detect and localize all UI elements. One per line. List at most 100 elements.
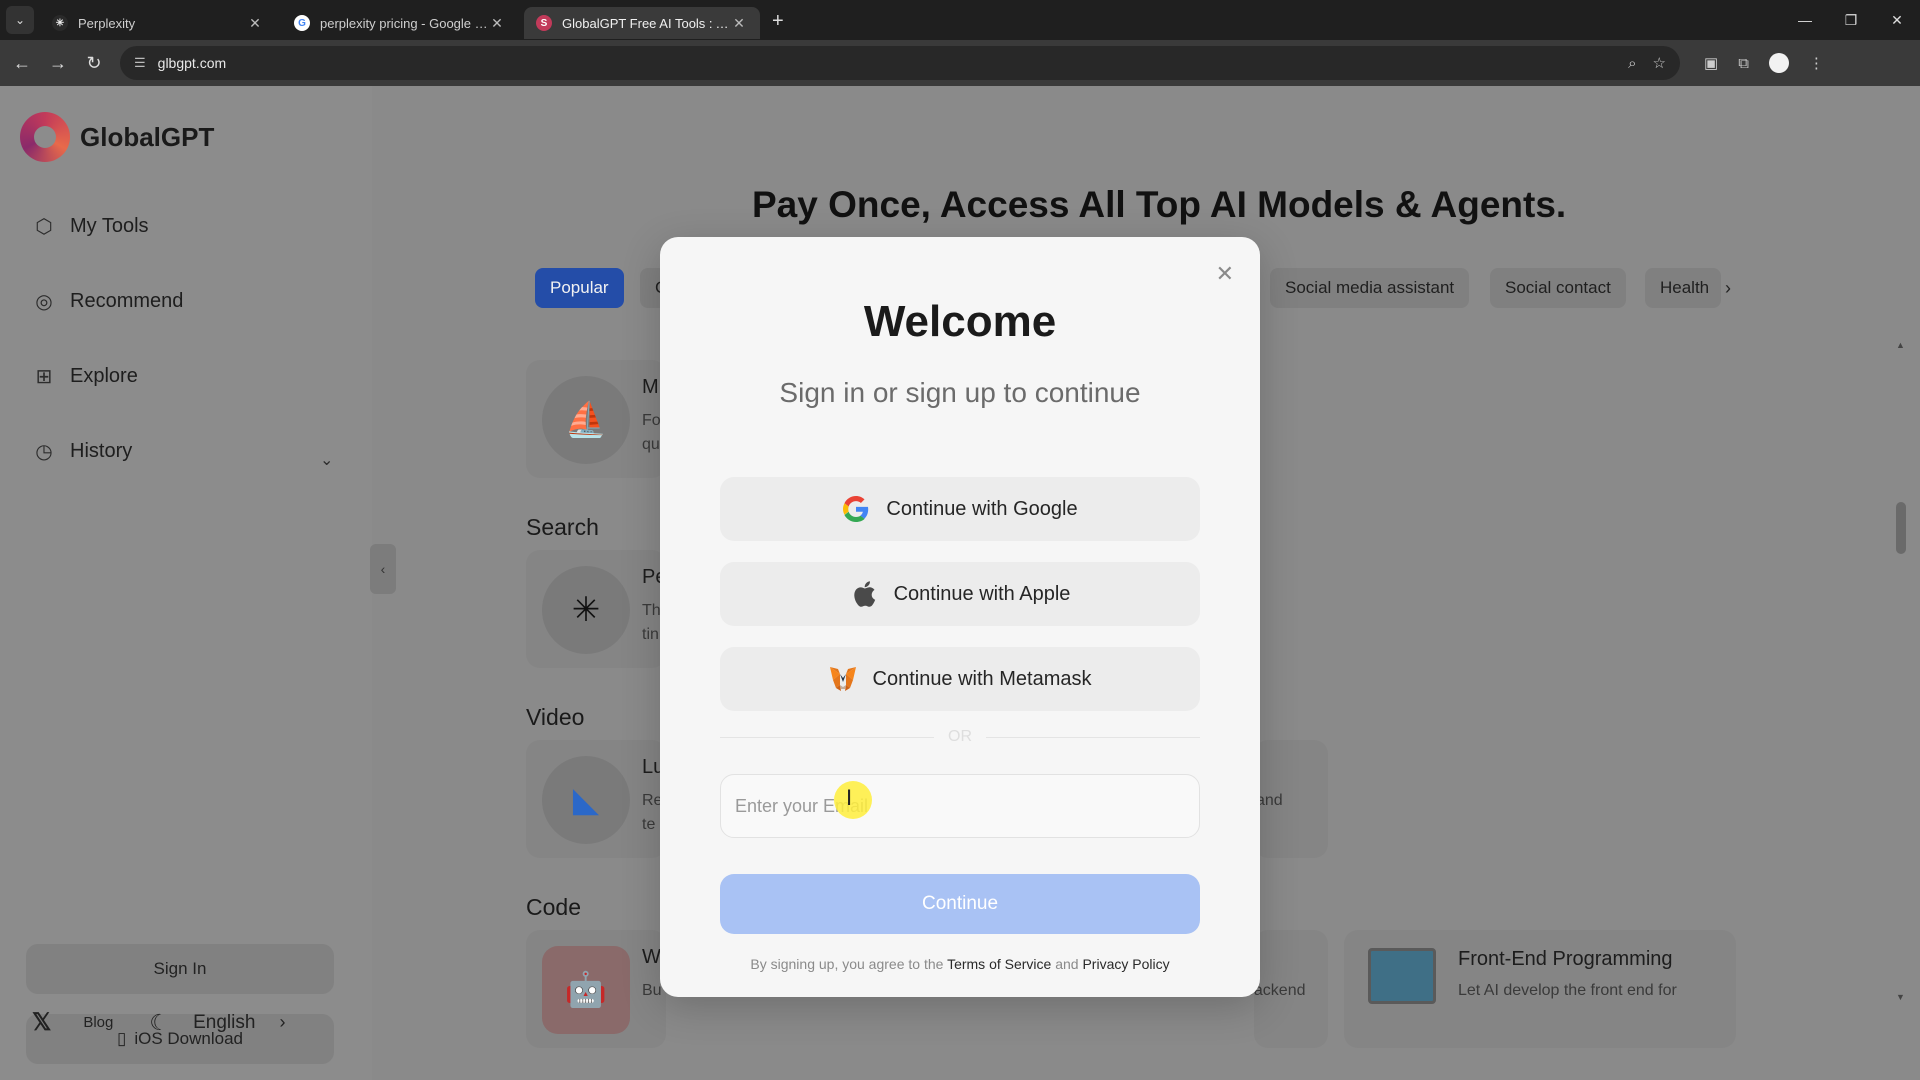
close-icon[interactable]: ✕	[1216, 263, 1234, 285]
reload-icon[interactable]: ↻	[76, 45, 112, 81]
brand-name: GlobalGPT	[80, 121, 215, 152]
dark-mode-moon-icon[interactable]: ☾	[149, 1010, 169, 1036]
page-scrollbar-thumb[interactable]	[1896, 502, 1906, 554]
sidebar-item-history[interactable]: ◷ History	[32, 439, 132, 463]
section-heading-video: Video	[526, 704, 585, 730]
grid-icon: ⊞	[35, 365, 53, 388]
tab-title: GlobalGPT Free AI Tools : All-in	[562, 15, 730, 31]
translate-extension-icon[interactable]: ▣	[1704, 54, 1718, 72]
site-info-icon[interactable]: ☰	[134, 55, 146, 71]
browser-tab-bar: ⌄ ✳ Perplexity ✕ G perplexity pricing - …	[0, 0, 1920, 40]
or-separator: OR	[720, 727, 1200, 747]
globalgpt-logo-icon	[20, 112, 70, 162]
clock-icon: ◷	[35, 440, 53, 463]
new-tab-icon[interactable]: +	[772, 10, 784, 33]
category-chip-social-media-assistant[interactable]: Social media assistant	[1270, 268, 1470, 308]
chevron-right-icon[interactable]: ›	[279, 1012, 285, 1033]
chips-scroll-right-icon[interactable]: ›	[1714, 268, 1742, 308]
bookmark-star-icon[interactable]: ☆	[1653, 54, 1666, 72]
terms-and: and	[1055, 956, 1079, 972]
tab-title: Perplexity	[78, 15, 136, 31]
tab-close-icon[interactable]: ✕	[246, 15, 264, 32]
x-twitter-icon[interactable]: 𝕏	[32, 1008, 51, 1037]
apple-label: Continue with Apple	[893, 582, 1071, 605]
metamask-label: Continue with Metamask	[872, 667, 1092, 690]
scroll-up-icon[interactable]: ▲	[1896, 340, 1905, 350]
tab-close-icon[interactable]: ✕	[488, 15, 506, 32]
sidebar-footer-links: 𝕏 Blog ☾ English ›	[32, 1008, 332, 1037]
continue-with-google-button[interactable]: Continue with Google	[720, 477, 1200, 541]
cube-icon: ⬡	[35, 215, 53, 238]
minimize-icon[interactable]: —	[1782, 0, 1828, 40]
sidebar-item-label: Explore	[70, 364, 138, 387]
card-desc: Let AI develop the front end for	[1458, 982, 1677, 999]
modal-subtitle: Sign in or sign up to continue	[779, 377, 1141, 408]
card-desc: and	[1256, 792, 1283, 809]
chevron-left-icon: ‹	[380, 561, 386, 577]
google-label: Continue with Google	[886, 497, 1078, 520]
perplexity-favicon-icon: ✳	[52, 15, 68, 31]
metamask-fox-icon	[829, 665, 857, 693]
omnibox[interactable]: ☰ glbgpt.com ⌕ ☆	[120, 46, 1680, 80]
scroll-down-icon[interactable]: ▼	[1896, 992, 1905, 1002]
category-chip-popular[interactable]: Popular	[535, 268, 624, 308]
continue-with-apple-button[interactable]: Continue with Apple	[720, 562, 1200, 626]
terms-notice: By signing up, you agree to the Terms of…	[660, 956, 1260, 972]
brand[interactable]: GlobalGPT	[20, 112, 214, 162]
zoom-icon[interactable]: ⌕	[1628, 55, 1636, 72]
or-label: OR	[948, 728, 972, 745]
card-desc: tin	[642, 626, 659, 643]
page-title: Pay Once, Access All Top AI Models & Age…	[752, 184, 1567, 225]
card-title: Front-End Programming	[1458, 948, 1673, 970]
language-selector[interactable]: English	[193, 1012, 255, 1034]
text-cursor-icon: I	[846, 785, 853, 810]
google-icon	[842, 495, 870, 523]
address-bar-row: ← → ↻ ☰ glbgpt.com ⌕ ☆ ▣ ⧉ ⋮	[0, 40, 1920, 86]
extensions-icon[interactable]: ⧉	[1738, 55, 1749, 72]
continue-with-metamask-button[interactable]: Continue with Metamask	[720, 647, 1200, 711]
terms-of-service-link[interactable]: Terms of Service	[947, 956, 1051, 972]
sidebar-collapse-handle[interactable]: ‹	[370, 544, 396, 594]
email-field[interactable]	[720, 774, 1200, 838]
monitor-icon	[1368, 948, 1436, 1004]
toolbar-right: ▣ ⧉ ⋮	[1694, 53, 1834, 73]
sidebar-item-label: History	[70, 439, 133, 462]
modal-title: Welcome	[863, 297, 1057, 346]
sidebar-item-explore[interactable]: ⊞ Explore	[32, 364, 138, 388]
section-heading-search: Search	[526, 514, 599, 540]
forward-icon[interactable]: →	[40, 45, 76, 81]
profile-avatar[interactable]	[1768, 53, 1789, 73]
card-desc: Bu	[642, 982, 662, 999]
sidebar-item-my-tools[interactable]: ⬡ My Tools	[32, 214, 148, 238]
card-desc: Th	[642, 602, 661, 619]
terms-prefix: By signing up, you agree to the	[750, 956, 944, 972]
tab-search-button[interactable]: ⌄	[6, 6, 34, 34]
sidebar-sign-in-button[interactable]: Sign In	[26, 944, 334, 994]
sign-in-label: Sign In	[153, 959, 207, 978]
category-chip-health[interactable]: Health	[1645, 268, 1721, 308]
mouse-cursor-highlight	[834, 781, 872, 819]
sidebar-item-recommend[interactable]: ◎ Recommend	[32, 289, 183, 313]
tab-title: perplexity pricing - Google Sea	[320, 15, 488, 31]
sidebar: GlobalGPT ⬡ My Tools ◎ Recommend ⊞ Explo…	[0, 86, 372, 1080]
apple-icon	[850, 580, 878, 608]
tab-close-icon[interactable]: ✕	[730, 15, 748, 32]
sidebar-item-label: Recommend	[70, 289, 184, 312]
history-chevron-down-icon[interactable]: ⌄	[320, 450, 333, 470]
card-title: W	[642, 946, 661, 968]
card-desc: qu	[642, 436, 660, 453]
globalgpt-favicon-icon: S	[536, 15, 552, 31]
luma-icon: ◣	[542, 756, 630, 844]
tab-perplexity[interactable]: ✳ Perplexity ✕	[40, 7, 276, 39]
close-window-icon[interactable]: ✕	[1874, 0, 1920, 40]
privacy-policy-link[interactable]: Privacy Policy	[1082, 956, 1169, 972]
continue-button[interactable]: Continue	[720, 874, 1200, 934]
tab-google-search[interactable]: G perplexity pricing - Google Sea ✕	[282, 7, 518, 39]
tab-globalgpt[interactable]: S GlobalGPT Free AI Tools : All-in ✕	[524, 7, 760, 39]
back-icon[interactable]: ←	[4, 45, 40, 81]
blog-link[interactable]: Blog	[83, 1014, 113, 1031]
card-desc: Fo	[642, 412, 661, 429]
category-chip-social-contact[interactable]: Social contact	[1490, 268, 1626, 308]
browser-menu-icon[interactable]: ⋮	[1809, 54, 1824, 72]
restore-icon[interactable]: ❐	[1828, 0, 1874, 40]
